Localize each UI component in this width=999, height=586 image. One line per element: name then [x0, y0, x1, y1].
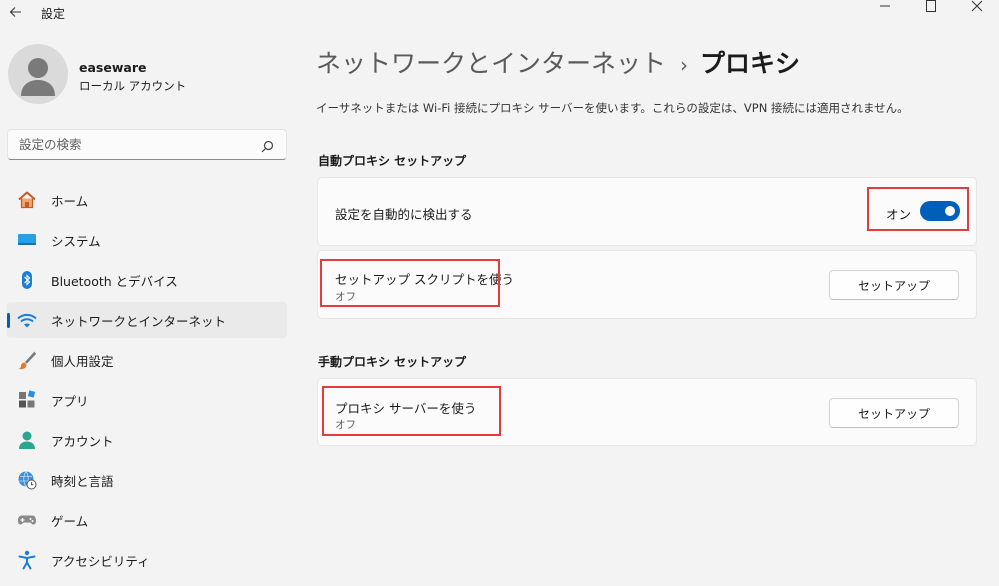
- sidebar-item-home[interactable]: ホーム: [7, 182, 287, 218]
- sidebar-item-accounts[interactable]: アカウント: [7, 422, 287, 458]
- account-type: ローカル アカウント: [79, 79, 187, 93]
- sidebar-item-label: 時刻と言語: [51, 473, 114, 489]
- home-icon: [17, 190, 37, 210]
- sidebar-item-personalization[interactable]: 個人用設定: [7, 342, 287, 378]
- sidebar-item-label: システム: [51, 233, 101, 249]
- auto-detect-label: 設定を自動的に検出する: [335, 207, 473, 222]
- sidebar-item-label: アカウント: [51, 433, 114, 449]
- app-title: 設定: [41, 7, 66, 21]
- sidebar-item-accessibility[interactable]: アクセシビリティ: [7, 542, 287, 578]
- sidebar-item-label: ホーム: [51, 193, 89, 209]
- search-box[interactable]: [7, 129, 287, 160]
- minimize-icon[interactable]: [862, 0, 908, 12]
- setup-script-button[interactable]: セットアップ: [829, 270, 959, 300]
- proxy-server-button[interactable]: セットアップ: [829, 398, 959, 428]
- sidebar-item-label: アプリ: [51, 393, 89, 409]
- auto-proxy-section-title: 自動プロキシ セットアップ: [318, 154, 467, 168]
- wifi-icon: [17, 310, 37, 330]
- search-icon[interactable]: [261, 138, 274, 157]
- brush-icon: [17, 350, 37, 370]
- sidebar-item-time-language[interactable]: 時刻と言語: [7, 462, 287, 498]
- highlight-box-setup-script: [320, 259, 500, 307]
- sidebar-item-label: ネットワークとインターネット: [51, 313, 227, 329]
- sidebar-item-label: Bluetooth とデバイス: [51, 273, 178, 289]
- sidebar-item-bluetooth[interactable]: Bluetooth とデバイス: [7, 262, 287, 298]
- highlight-box-toggle: [867, 187, 969, 231]
- manual-proxy-section-title: 手動プロキシ セットアップ: [318, 355, 467, 369]
- back-arrow-icon[interactable]: [6, 2, 26, 22]
- sidebar-item-label: アクセシビリティ: [51, 553, 150, 569]
- accessibility-icon: [17, 550, 37, 570]
- apps-icon: [17, 390, 37, 410]
- maximize-icon[interactable]: [908, 0, 954, 12]
- sidebar-item-label: ゲーム: [51, 513, 89, 529]
- page-description: イーサネットまたは Wi-Fi 接続にプロキシ サーバーを使います。これらの設定…: [316, 101, 909, 115]
- gamepad-icon: [17, 510, 37, 530]
- page-title: プロキシ: [700, 49, 801, 78]
- bluetooth-icon: [17, 270, 37, 290]
- sidebar-item-label: 個人用設定: [51, 353, 114, 369]
- sidebar-item-apps[interactable]: アプリ: [7, 382, 287, 418]
- sidebar-item-gaming[interactable]: ゲーム: [7, 502, 287, 538]
- close-icon[interactable]: [954, 0, 999, 12]
- sidebar-nav: ホーム システム Bluetooth とデバイス ネットワークとインターネット …: [7, 182, 287, 582]
- system-icon: [17, 230, 37, 250]
- title-bar: 設定: [0, 0, 999, 26]
- sidebar-item-system[interactable]: システム: [7, 222, 287, 258]
- highlight-box-proxy-server: [322, 386, 501, 436]
- search-input[interactable]: [8, 130, 248, 159]
- breadcrumb-parent[interactable]: ネットワークとインターネット: [316, 49, 666, 78]
- sidebar-item-network[interactable]: ネットワークとインターネット: [7, 302, 287, 338]
- globe-clock-icon: [17, 470, 37, 490]
- breadcrumb-separator: ›: [680, 53, 689, 77]
- avatar[interactable]: [8, 44, 68, 104]
- user-name: easeware: [79, 60, 147, 75]
- breadcrumb: ネットワークとインターネット › プロキシ: [316, 44, 800, 80]
- account-icon: [17, 430, 37, 450]
